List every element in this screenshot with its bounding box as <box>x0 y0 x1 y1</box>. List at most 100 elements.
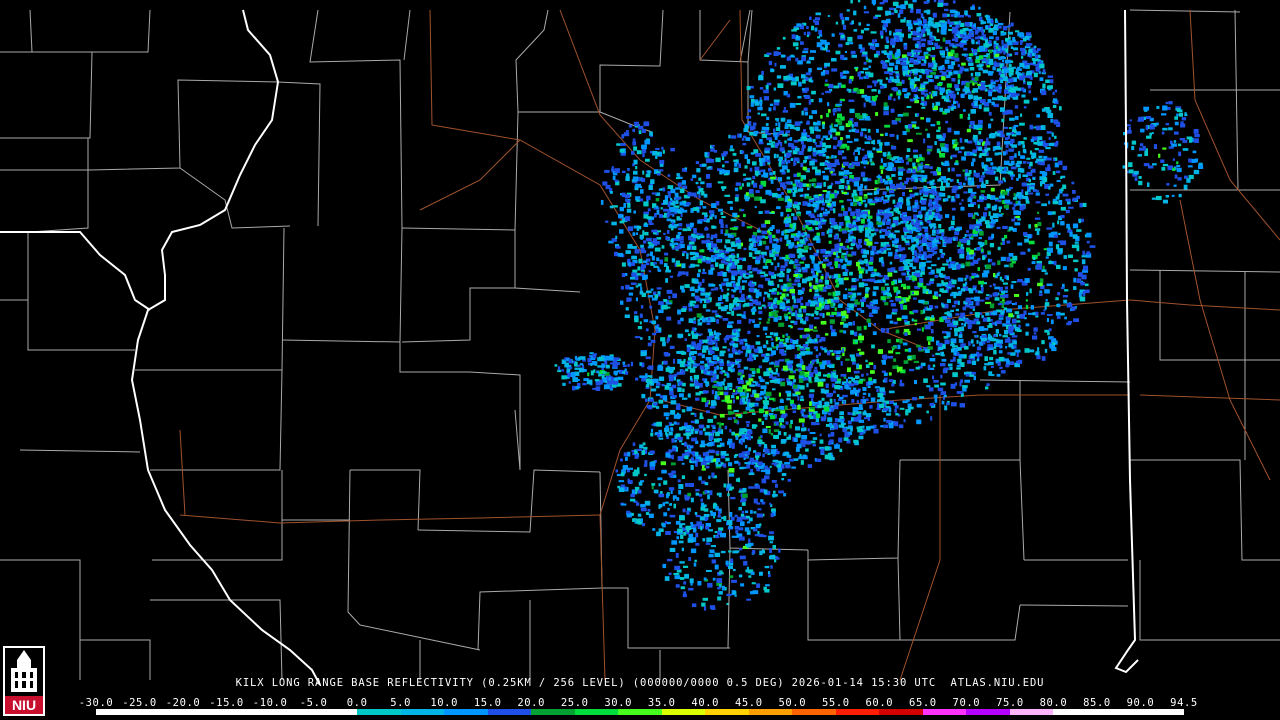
echo-pixel <box>905 297 910 302</box>
echo-pixel <box>1004 234 1008 239</box>
echo-pixel <box>755 153 761 157</box>
echo-pixel <box>901 272 907 276</box>
echo-pixel <box>700 181 705 185</box>
echo-pixel <box>770 433 773 436</box>
echo-pixel <box>1063 255 1068 259</box>
echo-pixel <box>863 61 867 65</box>
echo-pixel <box>830 431 835 437</box>
echo-pixel <box>863 250 869 255</box>
echo-pixel <box>825 383 829 389</box>
echo-pixel <box>723 391 729 396</box>
echo-pixel <box>1048 137 1051 141</box>
echo-pixel <box>871 96 877 101</box>
echo-pixel <box>760 469 766 473</box>
echo-pixel <box>858 44 863 49</box>
echo-pixel <box>837 418 842 423</box>
echo-pixel <box>873 323 876 326</box>
echo-pixel <box>737 245 742 249</box>
echo-pixel <box>884 246 887 250</box>
echo-pixel <box>865 287 869 292</box>
echo-pixel <box>850 412 853 416</box>
echo-pixel <box>969 305 976 309</box>
echo-pixel <box>716 319 719 324</box>
echo-pixel <box>822 124 825 129</box>
echo-pixel <box>742 384 747 389</box>
echo-pixel <box>691 293 695 297</box>
echo-pixel <box>803 224 806 228</box>
echo-pixel <box>843 437 849 441</box>
echo-pixel <box>895 352 901 355</box>
echo-pixel <box>794 438 798 442</box>
echo-pixel <box>1028 166 1032 169</box>
echo-pixel <box>853 439 858 444</box>
echo-pixel <box>751 412 756 415</box>
echo-pixel <box>802 443 806 448</box>
echo-pixel <box>854 389 860 393</box>
echo-pixel <box>815 306 822 310</box>
echo-pixel <box>1002 282 1008 285</box>
echo-pixel <box>786 56 791 61</box>
echo-pixel <box>789 424 792 429</box>
echo-pixel <box>887 355 894 359</box>
echo-pixel <box>946 260 949 263</box>
echo-pixel <box>680 213 683 217</box>
echo-pixel <box>752 161 757 166</box>
echo-pixel <box>836 103 842 106</box>
echo-pixel <box>901 216 907 221</box>
echo-pixel <box>790 320 795 324</box>
echo-pixel <box>859 191 863 196</box>
echo-pixel <box>957 73 961 79</box>
echo-pixel <box>800 395 804 399</box>
echo-pixel <box>858 274 863 279</box>
echo-pixel <box>889 400 894 404</box>
echo-pixel <box>815 334 820 339</box>
echo-pixel <box>826 350 831 356</box>
echo-pixel <box>911 354 916 360</box>
echo-pixel <box>942 344 946 349</box>
echo-pixel <box>787 363 792 369</box>
echo-pixel <box>736 271 740 275</box>
echo-pixel <box>731 349 737 353</box>
echo-pixel <box>1028 240 1035 245</box>
echo-pixel <box>912 168 916 174</box>
echo-pixel <box>848 425 853 428</box>
echo-pixel <box>863 5 867 10</box>
echo-pixel <box>855 375 860 379</box>
echo-pixel <box>1057 220 1060 225</box>
echo-pixel <box>1020 42 1023 45</box>
echo-pixel <box>791 306 794 311</box>
echo-pixel <box>817 381 824 387</box>
echo-pixel <box>850 389 855 395</box>
echo-pixel <box>970 6 975 10</box>
echo-pixel <box>784 405 788 411</box>
echo-pixel <box>887 162 893 167</box>
echo-pixel <box>833 112 836 116</box>
echo-pixel <box>684 443 688 446</box>
echo-pixel <box>705 174 711 179</box>
echo-pixel <box>799 194 803 197</box>
echo-pixel <box>885 36 889 41</box>
echo-pixel <box>821 170 826 174</box>
echo-pixel <box>855 177 859 182</box>
echo-pixel <box>832 145 837 150</box>
echo-pixel <box>777 197 784 201</box>
echo-pixel <box>911 275 916 281</box>
echo-pixel <box>878 257 882 263</box>
echo-pixel <box>787 159 791 164</box>
echo-pixel <box>851 417 854 422</box>
echo-pixel <box>843 277 849 281</box>
echo-pixel <box>825 333 829 336</box>
echo-pixel <box>736 253 740 259</box>
echo-pixel <box>979 299 985 302</box>
echo-pixel <box>786 274 789 280</box>
echo-pixel <box>792 340 799 344</box>
echo-pixel <box>725 296 729 302</box>
echo-pixel <box>730 145 733 149</box>
echo-pixel <box>918 253 923 257</box>
echo-pixel <box>899 379 902 383</box>
echo-pixel <box>764 236 768 239</box>
echo-pixel <box>866 304 869 308</box>
echo-pixel <box>769 465 772 468</box>
echo-pixel <box>847 303 850 307</box>
echo-pixel <box>964 379 970 383</box>
